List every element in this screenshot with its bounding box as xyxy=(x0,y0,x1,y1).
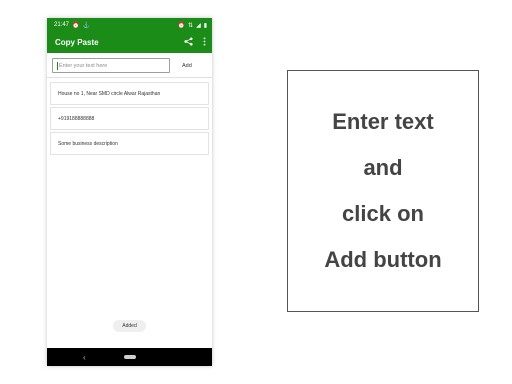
data-icon: ⇅ xyxy=(188,22,194,29)
back-icon[interactable]: ‹ xyxy=(83,353,86,362)
toast-added: Added xyxy=(113,320,146,332)
status-time: 21:47 xyxy=(54,22,70,28)
home-icon[interactable] xyxy=(123,355,136,359)
more-vert-icon[interactable] xyxy=(203,37,206,48)
list-item[interactable]: Some business description xyxy=(50,132,209,155)
signal-icon: ◢ xyxy=(196,22,201,29)
text-input[interactable]: Enter your text here xyxy=(52,58,170,73)
callout-line: and xyxy=(363,155,403,180)
list-item[interactable]: House no 1, Near SMD circle Alwar Rajast… xyxy=(50,82,209,105)
battery-icon: ▮ xyxy=(203,22,207,29)
app-bar: Copy Paste xyxy=(47,32,212,53)
add-button[interactable]: Add xyxy=(176,60,198,72)
callout-line: Enter text xyxy=(332,109,434,134)
alarm-icon: ⏰ xyxy=(72,22,80,29)
app-title: Copy Paste xyxy=(55,38,99,47)
nav-bar: ‹ xyxy=(47,348,212,366)
phone-screen: 21:47 ⏰ ⚓ ⏰ ⇅ ◢ ▮ Copy Paste Enter your … xyxy=(47,18,212,366)
alarm-icon: ⏰ xyxy=(177,22,186,29)
items-list: House no 1, Near SMD circle Alwar Rajast… xyxy=(47,78,212,155)
list-item[interactable]: +919188888888 xyxy=(50,107,209,130)
text-caret xyxy=(57,61,58,70)
instruction-callout: Enter text and click on Add button xyxy=(287,70,479,312)
callout-line: click on xyxy=(342,201,424,226)
usb-icon: ⚓ xyxy=(82,22,90,29)
share-icon[interactable] xyxy=(184,37,193,48)
callout-line: Add button xyxy=(324,247,442,272)
input-row: Enter your text here Add xyxy=(47,53,212,78)
text-input-placeholder: Enter your text here xyxy=(59,62,108,69)
status-bar: 21:47 ⏰ ⚓ ⏰ ⇅ ◢ ▮ xyxy=(47,18,212,32)
